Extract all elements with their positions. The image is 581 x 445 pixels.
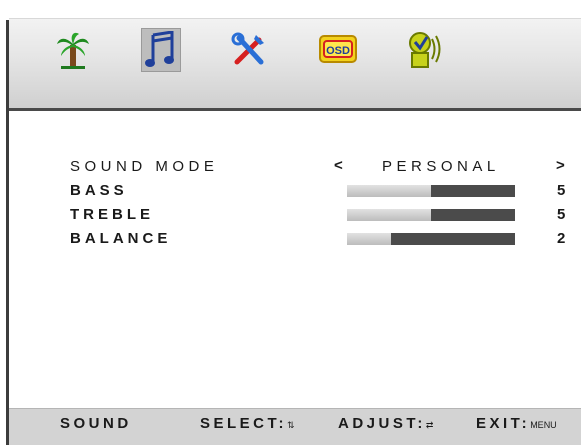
- bass-slider-fill: [347, 185, 431, 197]
- status-exit-hint: EXIT:MENU: [476, 415, 557, 432]
- adjust-hint-label: ADJUST:: [338, 415, 426, 432]
- sound-mode-prev-arrow[interactable]: <: [334, 157, 343, 174]
- leftright-arrows-icon: ⇄: [425, 420, 434, 430]
- status-section-label: SOUND: [60, 415, 132, 432]
- balance-slider-fill: [347, 233, 391, 245]
- sound-mode-value[interactable]: PERSONAL: [382, 158, 500, 175]
- menu-key-icon: MENU: [530, 420, 557, 430]
- treble-slider-fill: [347, 209, 431, 221]
- updown-arrows-icon: ⇅: [287, 420, 295, 430]
- status-select-hint: SELECT:⇅: [200, 415, 295, 432]
- balance-slider[interactable]: [347, 233, 515, 245]
- osd-window: OSD SOUND MODE < PERSONAL > BASS 5 0 TRE…: [0, 0, 581, 445]
- sound-settings-panel: SOUND MODE < PERSONAL > BASS 5 0 TREBLE …: [0, 0, 581, 445]
- status-adjust-hint: ADJUST:⇄: [338, 415, 433, 432]
- bass-label: BASS: [70, 182, 128, 199]
- sound-mode-next-arrow[interactable]: >: [556, 157, 565, 174]
- treble-value: 5 0: [557, 206, 581, 223]
- select-hint-label: SELECT:: [200, 415, 288, 432]
- treble-slider[interactable]: [347, 209, 515, 221]
- exit-hint-label: EXIT:: [476, 415, 531, 432]
- sound-mode-label: SOUND MODE: [70, 158, 219, 175]
- balance-label: BALANCE: [70, 230, 172, 247]
- treble-label: TREBLE: [70, 206, 154, 223]
- bass-slider[interactable]: [347, 185, 515, 197]
- bass-value: 5 0: [557, 182, 581, 199]
- balance-value: 2 6: [557, 230, 581, 247]
